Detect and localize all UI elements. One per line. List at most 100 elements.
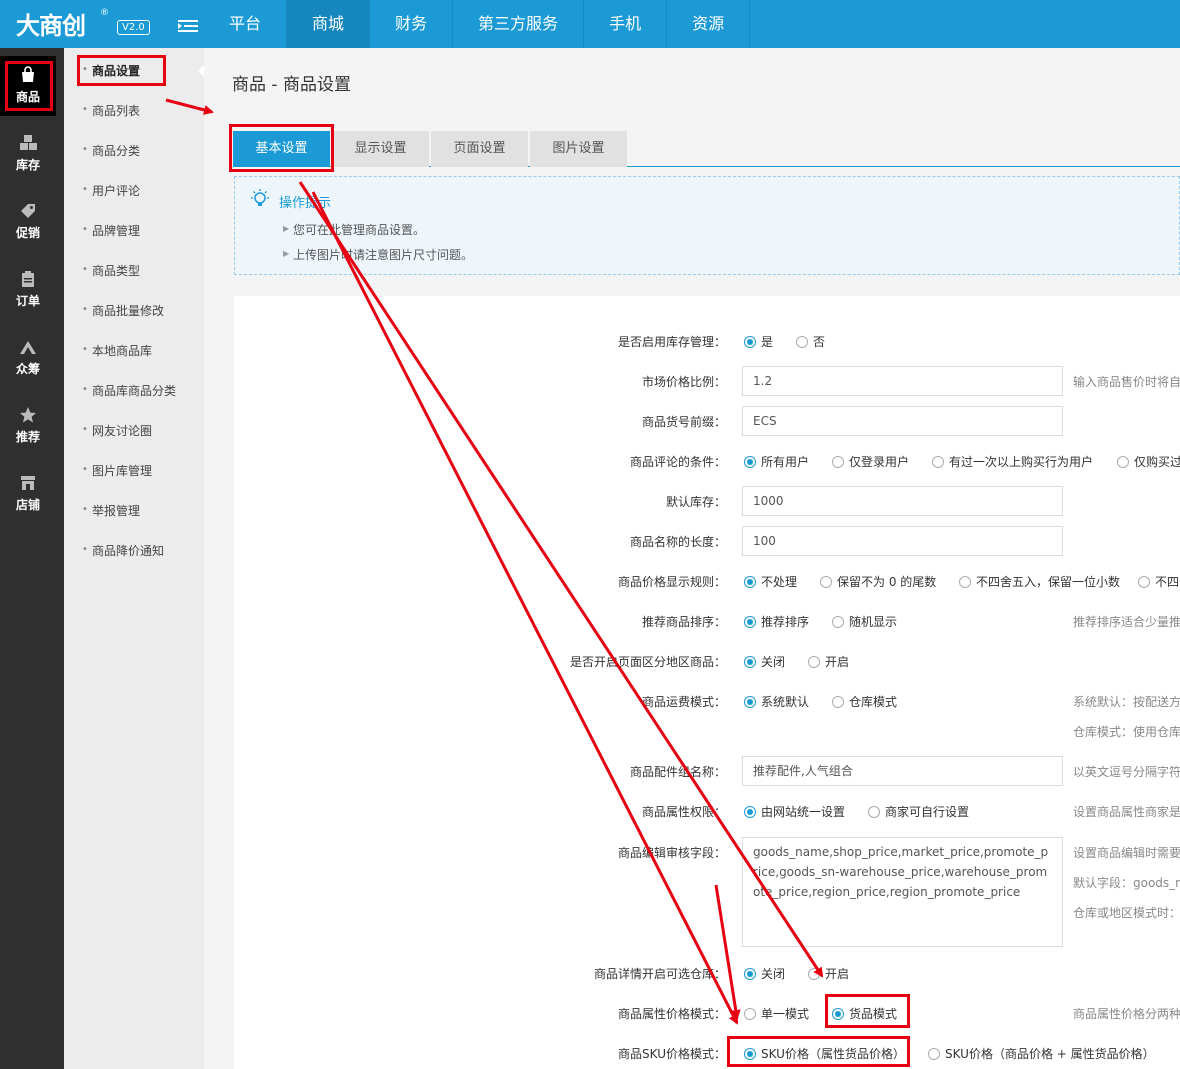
stock-no-radio[interactable]: 否 (796, 333, 825, 350)
subnav-image-library[interactable]: 图片库管理 (92, 462, 152, 479)
region-label: 是否开启页面区分地区商品： (569, 655, 726, 669)
subnav-goods-settings[interactable]: 商品设置 (92, 62, 140, 79)
edit-fields-textarea[interactable]: goods_name,shop_price,market_price,promo… (742, 837, 1063, 947)
menu-toggle-icon[interactable] (178, 18, 198, 34)
sku-price-sum-radio[interactable]: SKU价格（商品价格 + 属性货品价格） (928, 1045, 1155, 1062)
default-stock-input[interactable]: 1000 (742, 486, 1063, 516)
topnav-third-party[interactable]: 第三方服务 (453, 0, 585, 48)
comment-all-radio[interactable]: 所有用户 (744, 453, 809, 470)
subnav-local-library[interactable]: 本地商品库 (92, 342, 152, 359)
topnav-platform[interactable]: 平台 (204, 0, 288, 48)
settings-form: 是否启用库存管理： 是 否 市场价格比例： 1.2 输入商品售价时将自 商品货号… (234, 296, 1180, 1069)
price-rule-more-radio[interactable]: 不四 (1138, 573, 1179, 590)
price-rule-one-decimal-radio[interactable]: 不四舍五入，保留一位小数 (959, 573, 1120, 590)
tips-title: 操作提示 (279, 196, 332, 211)
edit-fields-hint: 默认字段：goods_n (1073, 876, 1180, 890)
tab-display-settings[interactable]: 显示设置 (332, 131, 429, 167)
leftbar-stock-label: 库存 (15, 158, 40, 172)
subnav-user-comments[interactable]: 用户评论 (92, 182, 140, 199)
subnav-report[interactable]: 举报管理 (92, 502, 140, 519)
bullet-dot: • (82, 64, 88, 75)
region-on-radio[interactable]: 开启 (808, 653, 849, 670)
comment-buyer-radio[interactable]: 有过一次以上购买行为用户 (932, 453, 1093, 470)
leftbar-promotion[interactable]: 促销 (0, 192, 56, 252)
recommend-sort-hint: 推荐排序适合少量推 (1073, 615, 1180, 629)
subnav-library-category[interactable]: 商品库商品分类 (92, 382, 176, 399)
market-ratio-label: 市场价格比例： (641, 375, 726, 389)
stock-label: 是否启用库存管理： (617, 335, 726, 349)
subnav-price-drop[interactable]: 商品降价通知 (92, 542, 164, 559)
warehouse-off-radio[interactable]: 关闭 (744, 965, 785, 982)
subnav-discussion[interactable]: 网友讨论圈 (92, 422, 152, 439)
subnav-goods-category[interactable]: 商品分类 (92, 142, 140, 159)
tips-line: 上传图片时请注意图片尺寸问题。 (293, 248, 474, 262)
bullet-dot: • (82, 424, 88, 435)
bullet-dot: • (82, 464, 88, 475)
edit-fields-label: 商品编辑审核字段： (617, 846, 726, 860)
attr-price-product-radio[interactable]: 货品模式 (832, 1005, 897, 1022)
tab-image-settings[interactable]: 图片设置 (530, 131, 627, 167)
topnav-resources[interactable]: 资源 (667, 0, 751, 48)
market-ratio-input[interactable]: 1.2 (742, 366, 1063, 396)
leftbar-shop-label: 店铺 (15, 498, 40, 512)
top-bar: 大商创 ® V2.0 平台 商城 财务 第三方服务 手机 资源 (0, 0, 1180, 48)
freight-default-radio[interactable]: 系统默认 (744, 693, 809, 710)
sub-nav: • 商品设置 • 商品列表 • 商品分类 • 用户评论 • 品牌管理 • 商品类… (64, 48, 204, 1069)
logo-registered-mark: ® (100, 8, 109, 18)
leftbar-crowdfund-label: 众筹 (15, 362, 40, 376)
leftbar-goods[interactable]: 商品 (0, 56, 56, 116)
tabs: 基本设置 显示设置 页面设置 图片设置 (233, 131, 1180, 167)
bullet-arrow-icon: ▶ (283, 224, 290, 233)
leftbar-stock[interactable]: 库存 (0, 124, 56, 184)
attr-perm-site-radio[interactable]: 由网站统一设置 (744, 803, 845, 820)
leftbar-shop[interactable]: 店铺 (0, 464, 56, 524)
subnav-goods-list[interactable]: 商品列表 (92, 102, 140, 119)
comment-logged-radio[interactable]: 仅登录用户 (832, 453, 909, 470)
edit-fields-hint: 设置商品编辑时需要 (1073, 846, 1180, 860)
recommend-sort-radio[interactable]: 推荐排序 (744, 613, 809, 630)
sn-prefix-input[interactable]: ECS (742, 406, 1063, 436)
topnav-finance[interactable]: 财务 (370, 0, 454, 48)
clipboard-icon (0, 270, 56, 292)
sku-price-attr-radio[interactable]: SKU价格（属性货品价格） (744, 1045, 905, 1062)
stock-yes-radio[interactable]: 是 (744, 333, 773, 350)
name-length-label: 商品名称的长度： (629, 535, 726, 549)
name-length-input[interactable]: 100 (742, 526, 1063, 556)
random-display-radio[interactable]: 随机显示 (832, 613, 897, 630)
subnav-brand[interactable]: 品牌管理 (92, 222, 140, 239)
region-off-radio[interactable]: 关闭 (744, 653, 785, 670)
freight-warehouse-radio[interactable]: 仓库模式 (832, 693, 897, 710)
leftbar-orders[interactable]: 订单 (0, 260, 56, 320)
leftbar-crowdfund[interactable]: 众筹 (0, 328, 56, 388)
bullet-arrow-icon: ▶ (283, 249, 290, 258)
tab-basic-settings[interactable]: 基本设置 (233, 131, 330, 167)
sn-prefix-label: 商品货号前缀： (641, 415, 726, 429)
comment-purchased-radio[interactable]: 仅购买过 (1117, 453, 1180, 470)
main-content: 商品 - 商品设置 基本设置 显示设置 页面设置 图片设置 操作提示 ▶ 您可在… (204, 48, 1180, 1069)
subnav-batch-edit[interactable]: 商品批量修改 (92, 302, 164, 319)
market-ratio-hint: 输入商品售价时将自 (1073, 375, 1180, 389)
bullet-dot: • (82, 304, 88, 315)
price-rule-keep-radio[interactable]: 保留不为 0 的尾数 (820, 573, 936, 590)
attr-perm-merchant-radio[interactable]: 商家可自行设置 (868, 803, 969, 820)
sku-price-label: 商品SKU价格模式： (618, 1047, 726, 1061)
topnav-mobile[interactable]: 手机 (584, 0, 668, 48)
price-rule-label: 商品价格显示规则： (617, 575, 726, 589)
leftbar-goods-label: 商品 (15, 90, 40, 104)
logo[interactable]: 大商创 (16, 6, 86, 41)
subnav-goods-type[interactable]: 商品类型 (92, 262, 140, 279)
bag-icon (0, 66, 56, 88)
attr-price-single-radio[interactable]: 单一模式 (744, 1005, 809, 1022)
bullet-dot: • (82, 384, 88, 395)
parts-label: 商品配件组名称： (629, 765, 726, 779)
recommend-sort-label: 推荐商品排序： (641, 615, 726, 629)
warehouse-label: 商品详情开启可选仓库： (593, 967, 726, 981)
leftbar-orders-label: 订单 (15, 294, 40, 308)
tab-page-settings[interactable]: 页面设置 (431, 131, 528, 167)
topnav-mall[interactable]: 商城 (287, 0, 371, 48)
leftbar-recommend[interactable]: 推荐 (0, 396, 56, 456)
warehouse-on-radio[interactable]: 开启 (808, 965, 849, 982)
price-rule-none-radio[interactable]: 不处理 (744, 573, 797, 590)
comment-label: 商品评论的条件： (629, 455, 726, 469)
parts-input[interactable]: 推荐配件,人气组合 (742, 756, 1063, 786)
